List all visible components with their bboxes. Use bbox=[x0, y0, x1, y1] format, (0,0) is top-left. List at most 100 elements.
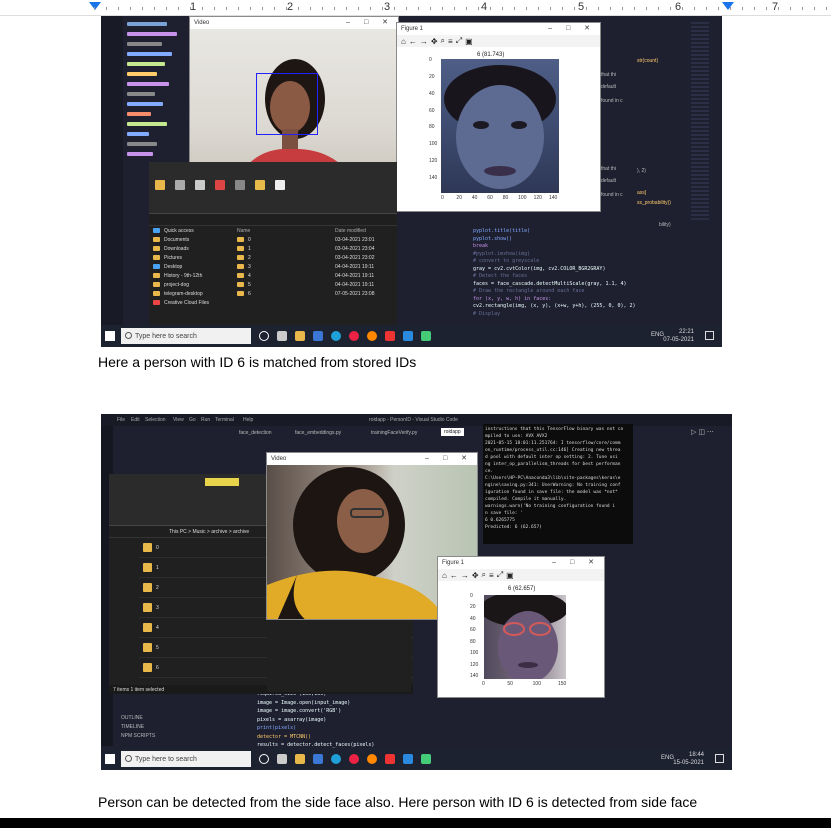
home-icon[interactable]: ⌂ bbox=[442, 571, 447, 580]
paste-icon[interactable] bbox=[195, 180, 205, 190]
sidebar-section[interactable]: NPM SCRIPTS bbox=[121, 732, 155, 741]
sidebar-item[interactable]: Documents bbox=[149, 235, 233, 244]
sidebar-item[interactable]: project-dog bbox=[149, 280, 233, 289]
column-date[interactable]: Date modified bbox=[335, 228, 366, 234]
sidebar-item[interactable]: Desktop bbox=[149, 262, 233, 271]
window-titlebar[interactable]: Figure 1 – □ ✕ bbox=[397, 23, 600, 35]
store-icon[interactable] bbox=[313, 754, 323, 764]
file-row[interactable]: 5 04-04-2021 19:11 bbox=[233, 280, 397, 289]
forward-icon[interactable]: → bbox=[420, 37, 428, 46]
copy-icon[interactable] bbox=[175, 180, 185, 190]
new-folder-icon[interactable] bbox=[255, 180, 265, 190]
column-name[interactable]: Name bbox=[237, 228, 335, 234]
file-row[interactable]: 4 04-04-2021 19:11 bbox=[233, 271, 397, 280]
address-bar[interactable] bbox=[149, 214, 397, 226]
sidebar-item[interactable]: telegram-desktop bbox=[149, 289, 233, 298]
taskbar-clock[interactable]: 22:21 07-05-2021 bbox=[663, 328, 694, 344]
editor-tab[interactable]: trainingFaceVerify.py bbox=[371, 430, 417, 436]
chrome-icon[interactable] bbox=[349, 331, 359, 341]
sidebar-item[interactable]: Pictures bbox=[149, 253, 233, 262]
pan-icon[interactable]: ✥ bbox=[431, 37, 438, 46]
vscode-menu-item[interactable]: Run bbox=[201, 417, 210, 423]
edit-axis-icon[interactable]: ⤢ bbox=[456, 36, 462, 46]
configure-icon[interactable]: ≡ bbox=[489, 571, 494, 580]
language-indicator[interactable]: ENG bbox=[661, 755, 674, 761]
file-explorer-icon[interactable] bbox=[295, 331, 305, 341]
store-icon[interactable] bbox=[313, 331, 323, 341]
window-controls[interactable]: – □ ✕ bbox=[346, 18, 394, 26]
rename-icon[interactable] bbox=[235, 180, 245, 190]
left-indent-marker[interactable] bbox=[89, 2, 101, 10]
chrome-icon[interactable] bbox=[349, 754, 359, 764]
edge-icon[interactable] bbox=[331, 754, 341, 764]
forward-icon[interactable]: → bbox=[461, 571, 469, 580]
python-icon[interactable] bbox=[421, 754, 431, 764]
configure-icon[interactable]: ≡ bbox=[448, 37, 453, 46]
pan-icon[interactable]: ✥ bbox=[472, 571, 479, 580]
cortana-icon[interactable] bbox=[259, 331, 269, 341]
file-row[interactable]: 1 03-04-2021 23:04 bbox=[233, 244, 397, 253]
notification-icon[interactable] bbox=[705, 331, 714, 340]
save-icon[interactable]: ▣ bbox=[506, 571, 514, 580]
taskbar-clock[interactable]: 18:44 15-05-2021 bbox=[673, 751, 704, 767]
properties-icon[interactable] bbox=[275, 180, 285, 190]
editor-tab[interactable]: face_embeddings.py bbox=[295, 430, 341, 436]
start-icon[interactable] bbox=[105, 331, 115, 341]
file-row[interactable]: 6 07-05-2021 23:08 bbox=[233, 289, 397, 298]
sidebar-item[interactable]: Creative Cloud Files bbox=[149, 298, 233, 307]
vscode-menu-item[interactable]: Terminal bbox=[215, 417, 234, 423]
edge-icon[interactable] bbox=[331, 331, 341, 341]
window-titlebar[interactable]: Video – □ ✕ bbox=[190, 17, 398, 29]
back-icon[interactable]: ← bbox=[450, 571, 458, 580]
vscode-icon[interactable] bbox=[403, 331, 413, 341]
zoom-icon[interactable]: ⌕ bbox=[482, 570, 486, 580]
python-icon[interactable] bbox=[421, 331, 431, 341]
manage-tab[interactable] bbox=[205, 478, 239, 486]
vscode-menu-item[interactable]: Selection bbox=[145, 417, 166, 423]
home-icon[interactable]: ⌂ bbox=[401, 37, 406, 46]
folder-icon[interactable] bbox=[155, 180, 165, 190]
vscode-menu-item[interactable]: Help bbox=[243, 417, 253, 423]
vscode-menu-item[interactable]: File bbox=[117, 417, 125, 423]
taskbar-search[interactable]: Type here to search bbox=[121, 328, 251, 344]
horizontal-ruler[interactable]: 1 2 3 4 5 6 7 bbox=[0, 0, 831, 16]
sidebar-section[interactable]: OUTLINE bbox=[121, 714, 155, 723]
save-icon[interactable]: ▣ bbox=[465, 37, 473, 46]
cortana-icon[interactable] bbox=[259, 754, 269, 764]
window-controls[interactable]: – □ ✕ bbox=[425, 454, 473, 462]
firefox-icon[interactable] bbox=[367, 754, 377, 764]
back-icon[interactable]: ← bbox=[409, 37, 417, 46]
editor-tab[interactable]: face_detection bbox=[239, 430, 272, 436]
vscode-icon[interactable] bbox=[403, 754, 413, 764]
sidebar-section[interactable]: TIMELINE bbox=[121, 723, 155, 732]
editor-tab[interactable]: roidapp bbox=[441, 428, 464, 436]
vscode-menu-item[interactable]: Go bbox=[189, 417, 196, 423]
window-controls[interactable]: – □ ✕ bbox=[548, 24, 596, 32]
office-icon[interactable] bbox=[385, 331, 395, 341]
office-icon[interactable] bbox=[385, 754, 395, 764]
zoom-icon[interactable]: ⌕ bbox=[441, 36, 445, 46]
window-controls[interactable]: – □ ✕ bbox=[552, 558, 600, 566]
figure-window[interactable]: Figure 1 – □ ✕ ⌂ ← → ✥ ⌕ ≡ ⤢ ▣ 6 (81.743… bbox=[396, 22, 601, 212]
sidebar-item[interactable]: Quick access bbox=[149, 226, 233, 235]
start-icon[interactable] bbox=[105, 754, 115, 764]
right-indent-marker[interactable] bbox=[722, 2, 734, 10]
window-titlebar[interactable]: Figure 1 – □ ✕ bbox=[438, 557, 604, 569]
taskbar-search[interactable]: Type here to search bbox=[121, 751, 251, 767]
firefox-icon[interactable] bbox=[367, 331, 377, 341]
sidebar-item[interactable]: History - 9th-12th bbox=[149, 271, 233, 280]
minimap[interactable] bbox=[691, 22, 709, 222]
task-view-icon[interactable] bbox=[277, 331, 287, 341]
file-row[interactable]: 0 03-04-2021 23:01 bbox=[233, 235, 397, 244]
window-titlebar[interactable]: Video – □ ✕ bbox=[267, 453, 477, 465]
file-explorer-icon[interactable] bbox=[295, 754, 305, 764]
file-explorer[interactable]: Quick access Documents Downloads Picture… bbox=[149, 162, 397, 325]
language-indicator[interactable]: ENG bbox=[651, 332, 664, 338]
edit-axis-icon[interactable]: ⤢ bbox=[497, 570, 503, 580]
editor-actions[interactable]: ▷ ◫ ⋯ bbox=[691, 428, 714, 436]
vscode-menu-item[interactable]: View bbox=[173, 417, 184, 423]
notification-icon[interactable] bbox=[715, 754, 724, 763]
task-view-icon[interactable] bbox=[277, 754, 287, 764]
vscode-menu-item[interactable]: Edit bbox=[131, 417, 140, 423]
file-row[interactable]: 3 04-04-2021 19:11 bbox=[233, 262, 397, 271]
